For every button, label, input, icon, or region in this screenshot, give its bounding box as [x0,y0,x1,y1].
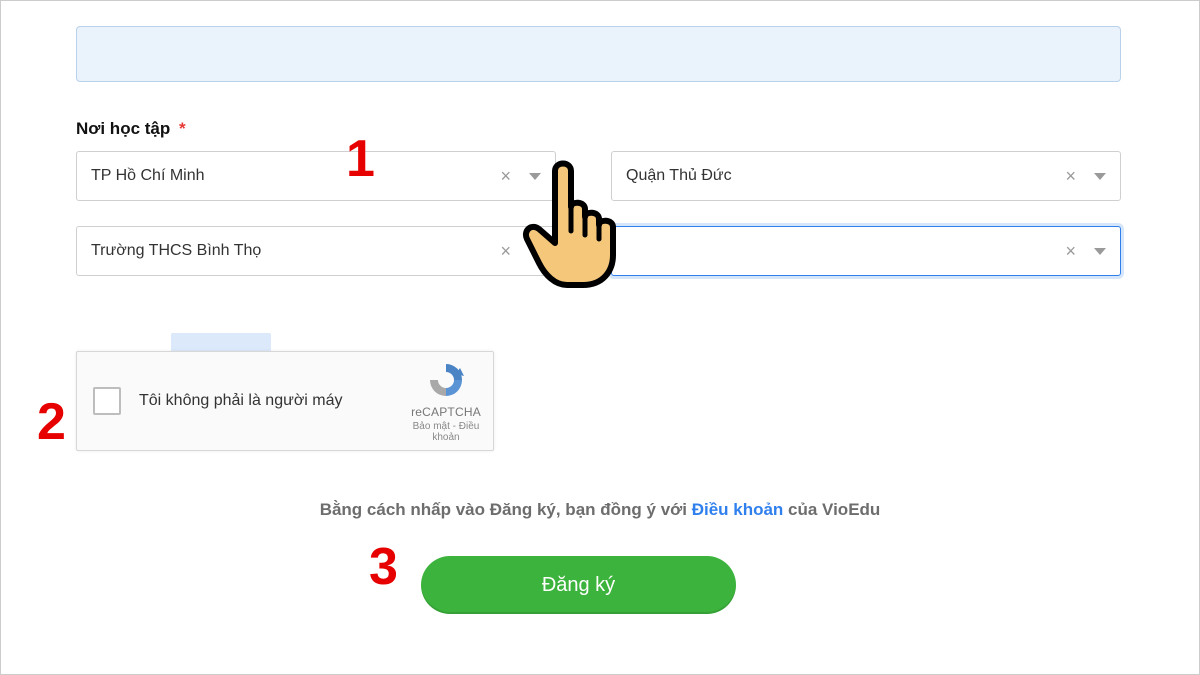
step-number-2: 2 [37,396,66,448]
recaptcha-label: Tôi không phải là người máy [139,390,407,412]
recaptcha-checkbox[interactable] [93,387,121,415]
clear-icon[interactable]: × [1065,166,1076,187]
recaptcha-icon [426,360,466,400]
city-select-value: TP Hồ Chí Minh [91,167,500,185]
city-select[interactable]: TP Hồ Chí Minh × [76,151,556,201]
class-select[interactable]: × [611,226,1121,276]
register-button[interactable]: Đăng ký [421,556,736,614]
required-asterisk: * [179,119,186,138]
previous-field-box[interactable] [76,26,1121,82]
recaptcha-branding: reCAPTCHA Bảo mật - Điều khoản [407,360,493,443]
clear-icon[interactable]: × [500,241,511,262]
recaptcha-links[interactable]: Bảo mật - Điều khoản [407,421,485,443]
recaptcha-widget: Tôi không phải là người máy reCAPTCHA Bả… [76,351,494,451]
chevron-down-icon[interactable] [529,248,541,255]
terms-text: Bằng cách nhấp vào Đăng ký, bạn đồng ý v… [1,500,1199,520]
school-select[interactable]: Trường THCS Bình Thọ × [76,226,556,276]
label-text: Nơi học tập [76,119,170,138]
recaptcha-brand-text: reCAPTCHA [407,405,485,419]
step-number-1: 1 [346,133,375,185]
chevron-down-icon[interactable] [529,173,541,180]
chevron-down-icon[interactable] [1094,173,1106,180]
district-select-value: Quận Thủ Đức [626,167,1065,185]
step-number-3: 3 [369,541,398,593]
terms-prefix: Bằng cách nhấp vào Đăng ký, bạn đồng ý v… [320,500,692,519]
chevron-down-icon[interactable] [1094,248,1106,255]
terms-link[interactable]: Điều khoản [692,500,784,519]
district-select[interactable]: Quận Thủ Đức × [611,151,1121,201]
terms-suffix: của VioEdu [783,500,880,519]
form-container: Nơi học tập * TP Hồ Chí Minh × Quận Thủ … [0,0,1200,675]
study-location-label: Nơi học tập * [76,119,186,139]
clear-icon[interactable]: × [1065,241,1076,262]
school-select-value: Trường THCS Bình Thọ [91,242,500,260]
register-button-label: Đăng ký [542,574,615,597]
clear-icon[interactable]: × [500,166,511,187]
